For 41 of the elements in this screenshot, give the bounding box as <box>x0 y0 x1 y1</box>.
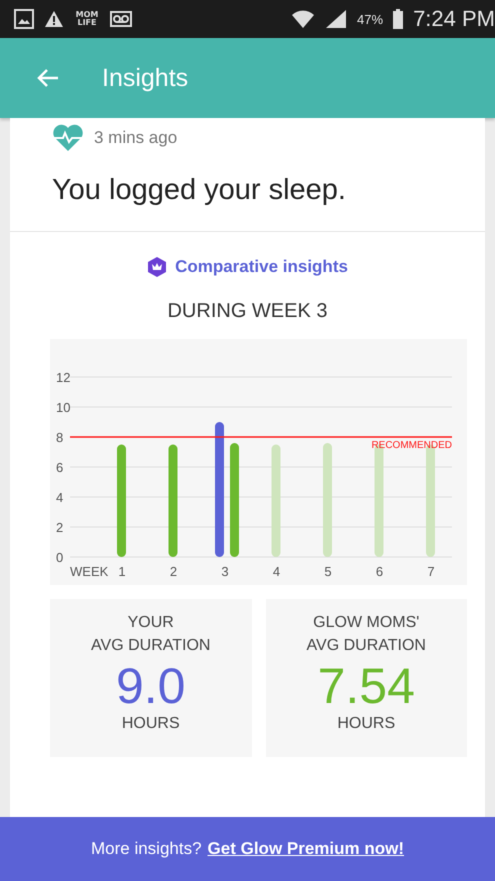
axis-label: 3 <box>221 564 229 579</box>
axis-label: 10 <box>56 400 70 415</box>
axis-label: 2 <box>170 564 178 579</box>
axis-label: 0 <box>56 550 64 565</box>
premium-link[interactable]: Get Glow Premium now! <box>208 839 404 859</box>
stat-unit: HOURS <box>337 715 396 733</box>
axis-label: 4 <box>272 564 280 579</box>
warning-icon <box>44 10 64 28</box>
heart-pulse-icon <box>52 124 84 152</box>
recommended-label: RECOMMENDED <box>371 440 452 451</box>
banner-text: More insights? <box>90 839 202 859</box>
clock-time: 7:24 PM <box>413 6 495 32</box>
app-notification-icon: MOM LIFE <box>74 11 100 27</box>
voicemail-icon <box>110 11 132 27</box>
stat-label: GLOW MOMS' AVG DURATION <box>306 613 426 656</box>
period-heading: DURING WEEK 3 <box>166 300 329 323</box>
axis-label: 8 <box>56 430 64 445</box>
axis-label: 2 <box>56 520 64 535</box>
axis-label: 12 <box>56 370 70 385</box>
axis-label: 6 <box>376 564 384 579</box>
signal-icon <box>325 9 348 29</box>
axis-label: 7 <box>427 564 435 579</box>
wifi-icon <box>291 9 316 29</box>
battery-percent: 47% <box>357 12 384 26</box>
stat-label: YOUR AVG DURATION <box>91 613 210 656</box>
log-title: You logged your sleep. <box>10 152 485 232</box>
insights-heading: Comparative insights <box>175 257 348 277</box>
axis-label: 6 <box>56 460 64 475</box>
stat-value: 7.54 <box>318 657 415 715</box>
time-ago: 3 mins ago <box>94 128 178 148</box>
stat-value: 9.0 <box>116 657 186 715</box>
picture-icon <box>14 9 34 29</box>
battery-icon <box>393 9 404 29</box>
axis-label: 1 <box>118 564 126 579</box>
back-arrow-icon[interactable] <box>36 67 60 89</box>
axis-label: 4 <box>56 490 64 505</box>
crown-hexagon-icon <box>147 256 168 278</box>
axis-label: 5 <box>324 564 332 579</box>
stat-unit: HOURS <box>122 715 180 733</box>
screen-title: Insights <box>102 64 188 92</box>
axis-title: WEEK <box>70 564 108 579</box>
